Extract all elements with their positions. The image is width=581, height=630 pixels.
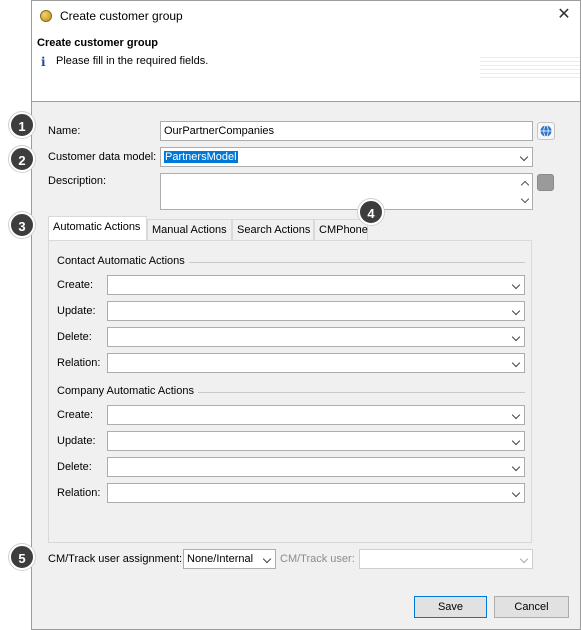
scroll-down-icon[interactable] (520, 194, 530, 204)
assignment-label: CM/Track user assignment: (48, 553, 183, 565)
name-value: OurPartnerCompanies (164, 125, 275, 137)
info-icon: i (41, 55, 46, 69)
description-extra-button[interactable] (537, 174, 554, 191)
company-create-label: Create: (57, 409, 94, 421)
save-button[interactable]: Save (414, 596, 487, 618)
chevron-down-icon (511, 488, 521, 498)
create-customer-group-dialog: Create customer group ✕ Create customer … (31, 0, 581, 630)
contact-create-label: Create: (57, 279, 94, 291)
chevron-down-icon (511, 462, 521, 472)
company-create-select[interactable] (107, 405, 525, 425)
company-relation-select[interactable] (107, 483, 525, 503)
company-relation-label: Relation: (57, 487, 101, 499)
header-title: Create customer group (37, 37, 159, 49)
callout-1: 1 (9, 112, 35, 138)
name-input[interactable]: OurPartnerCompanies (160, 121, 533, 141)
chevron-down-icon (262, 554, 272, 564)
contact-relation-label: Relation: (57, 357, 101, 369)
tab-cmphone[interactable]: CMPhone (314, 219, 368, 240)
window-title: Create customer group (60, 9, 183, 23)
actions-tabs: Automatic Actions Manual Actions Search … (48, 216, 548, 241)
header-decoration (480, 57, 580, 79)
callout-3: 3 (9, 212, 35, 238)
chevron-down-icon (511, 332, 521, 342)
description-label: Description: (48, 175, 107, 187)
company-update-select[interactable] (107, 431, 525, 451)
chevron-down-icon (519, 152, 529, 162)
chevron-down-icon (511, 436, 521, 446)
automatic-actions-panel: Contact Automatic Actions Create: Update… (48, 240, 532, 543)
tab-manual-actions[interactable]: Manual Actions (147, 219, 232, 240)
assignment-select[interactable]: None/Internal (183, 549, 276, 569)
tab-automatic-actions[interactable]: Automatic Actions (48, 216, 147, 240)
chevron-down-icon (519, 554, 529, 564)
tab-search-actions[interactable]: Search Actions (232, 219, 314, 240)
contact-delete-select[interactable] (107, 327, 525, 347)
callout-4: 4 (358, 199, 384, 225)
company-update-label: Update: (57, 435, 96, 447)
cmtrack-user-label: CM/Track user: (280, 553, 355, 565)
contact-update-label: Update: (57, 305, 96, 317)
customer-model-label: Customer data model: (48, 151, 157, 163)
customer-model-value: PartnersModel (164, 151, 238, 163)
name-label: Name: (48, 125, 81, 137)
company-group-title: Company Automatic Actions (57, 385, 198, 397)
dialog-header: Create customer group i Please fill in t… (32, 31, 580, 102)
chevron-down-icon (511, 280, 521, 290)
contact-create-select[interactable] (107, 275, 525, 295)
scroll-up-icon[interactable] (520, 180, 530, 190)
contact-relation-select[interactable] (107, 353, 525, 373)
callout-5: 5 (9, 544, 35, 570)
globe-button[interactable] (537, 122, 555, 140)
description-input[interactable] (160, 173, 533, 210)
cancel-button[interactable]: Cancel (494, 596, 569, 618)
globe-icon (540, 125, 552, 137)
contact-group-title: Contact Automatic Actions (57, 255, 189, 267)
header-message: Please fill in the required fields. (56, 55, 209, 67)
chevron-down-icon (511, 358, 521, 368)
contact-update-select[interactable] (107, 301, 525, 321)
close-icon[interactable]: ✕ (554, 5, 574, 25)
company-delete-label: Delete: (57, 461, 92, 473)
title-bar: Create customer group ✕ (32, 1, 580, 31)
cmtrack-user-select[interactable] (359, 549, 533, 569)
contact-delete-label: Delete: (57, 331, 92, 343)
chevron-down-icon (511, 306, 521, 316)
assignment-value: None/Internal (187, 553, 254, 565)
callout-2: 2 (9, 146, 35, 172)
company-delete-select[interactable] (107, 457, 525, 477)
app-icon (40, 10, 52, 22)
chevron-down-icon (511, 410, 521, 420)
customer-model-select[interactable]: PartnersModel (160, 147, 533, 167)
